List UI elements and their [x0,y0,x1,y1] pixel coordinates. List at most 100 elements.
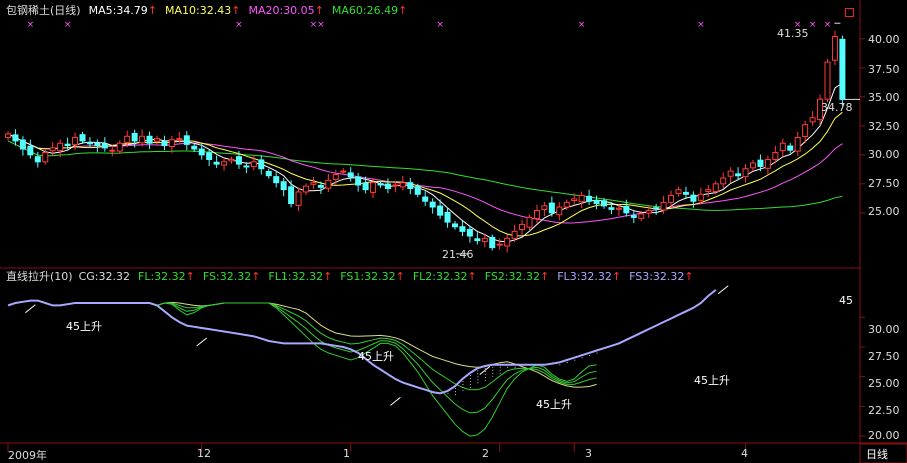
candle-body [399,182,406,188]
indicator-fan-line [156,301,597,388]
fs3-label: FS3:32.32↑ [629,270,694,283]
candle-body [422,196,429,202]
main-indicator-legend: 包钢稀土(日线) MA5:34.79↑ MA10:32.43↑ MA20:30.05↑… [6,4,415,18]
candle-body [161,140,168,147]
signal-mark: × [27,20,35,30]
candle-body [653,207,660,210]
candle-body [250,161,257,167]
candle-body [5,133,11,138]
candle-body [392,184,399,187]
indicator-shade-dot [492,375,494,377]
candle-body [831,36,838,61]
indicator-shade-dot [484,376,486,378]
price-tick: 27.50 [868,177,900,190]
indicator-shade-dot [484,373,486,375]
candle-body [429,201,436,208]
stock-chart[interactable]: × × × × × × × × × × × [0,0,907,463]
candle-body [213,161,220,165]
candle-body [533,209,540,219]
indicator-shade-dot [492,372,494,374]
indicator-shade-dot [507,366,509,368]
candle-body [146,135,153,144]
signal-mark: × [436,20,444,30]
candle-body [563,201,570,208]
indicator-shade-dot [574,359,576,361]
candle-body [183,135,190,145]
restore-window-icon[interactable] [845,8,854,17]
period-daily-button[interactable]: 日线 [866,446,888,462]
candle-body [608,207,615,210]
indicator-shade-dot [447,392,449,394]
candle-body [615,207,622,210]
candle-body [437,205,444,216]
indicator-tick: 20.00 [868,429,900,442]
signal-mark: × [697,20,705,30]
signal-label: 45上升 [694,374,730,387]
indicator-title[interactable]: 直线拉升(10) [6,270,73,283]
cg-line [7,289,717,395]
candle-body [362,182,369,191]
indicator-shade-dot [499,369,501,371]
candle-body [116,142,123,152]
candle-body [601,200,607,207]
stock-title[interactable]: 包钢稀土(日线) [6,4,81,17]
price-tick: 40.00 [868,33,900,46]
candle-body [757,159,764,167]
candle-body [384,183,391,189]
candle-body [787,145,794,151]
candle-body [839,38,846,100]
indicator-shade-dot [469,378,471,380]
signal-arrow [390,397,401,406]
candle-body [265,171,272,177]
time-tick: 2 [482,447,489,460]
fl1-label: FL1:32.32↑ [268,270,333,283]
candle-body [72,136,79,146]
candle-body [750,162,756,169]
indicator-shade-dot [559,364,561,366]
low-price-label: 21.46 [442,248,474,261]
candle-body [176,138,183,141]
signal-mark: × [317,20,325,30]
candle-body [779,142,786,152]
candle-body [556,206,563,216]
candle-body [370,182,377,193]
candle-body [474,238,481,242]
candle-body [742,168,749,178]
indicator-shade-dot [469,384,471,386]
indicator-shade-dot [477,379,479,381]
candle-body [258,159,265,170]
candle-body [496,243,503,246]
candle-body [489,236,496,249]
indicator-shade-dot [477,376,479,378]
indicator-shade-dot [462,381,464,383]
candle-body [772,152,779,160]
signal-mark: × [809,20,817,30]
candle-body [280,181,287,191]
indicator-tick: 30.00 [868,323,900,336]
candle-body [377,183,384,186]
candle-body [295,191,302,206]
price-tick: 25.00 [868,205,900,218]
candle-body [168,139,175,147]
indicator-shade-dot [484,379,486,381]
signal-label: 45上升 [66,320,102,333]
candle-body [94,142,101,147]
candle-body [325,179,332,189]
candle-body [79,134,86,142]
fl-label: FL:32.32↑ [138,270,195,283]
candle-body [526,216,533,228]
candle-body [101,143,108,149]
candle-body [124,135,131,143]
indicator-tick: 25.00 [868,377,900,390]
signal-mark: × [64,20,72,30]
price-tick: 37.50 [868,63,900,76]
candle-body [34,156,41,163]
candle-body [109,149,116,152]
time-tick: 12 [197,447,211,460]
signal-mark: × [824,20,832,30]
candle-body [317,184,324,188]
fs2-label: FS2:32.32↑ [484,270,550,283]
candle-body [49,147,56,152]
indicator-shade-dot [581,357,583,359]
ma5-label: MA5:34.79↑ [88,4,158,17]
